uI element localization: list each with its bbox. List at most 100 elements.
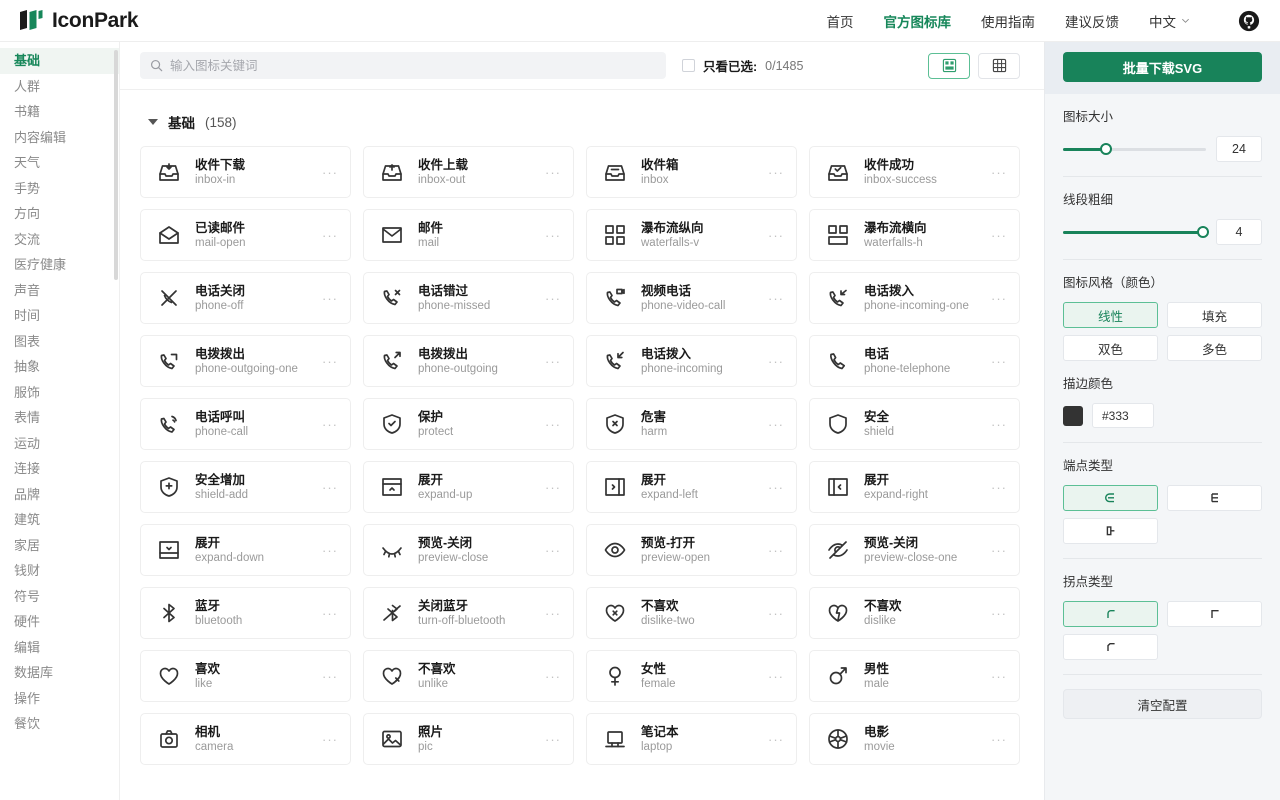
icon-card[interactable]: 电话拨入 phone-incoming ··· <box>586 335 797 387</box>
icon-card-more-button[interactable]: ··· <box>322 228 338 243</box>
icon-card-more-button[interactable]: ··· <box>991 732 1007 747</box>
slider-knob[interactable] <box>1197 226 1210 238</box>
icon-card-more-button[interactable]: ··· <box>991 354 1007 369</box>
sidebar-item-21[interactable]: 符号 <box>0 584 119 610</box>
icon-card[interactable]: 收件下载 inbox-in ··· <box>140 146 351 198</box>
stroke-width-slider[interactable] <box>1063 225 1210 239</box>
icon-size-value[interactable]: 24 <box>1216 136 1262 162</box>
icon-card[interactable]: 展开 expand-left ··· <box>586 461 797 513</box>
sidebar-item-3[interactable]: 内容编辑 <box>0 125 119 151</box>
icon-card-more-button[interactable]: ··· <box>991 417 1007 432</box>
icon-card-more-button[interactable]: ··· <box>991 543 1007 558</box>
icon-card[interactable]: 关闭蓝牙 turn-off-bluetooth ··· <box>363 587 574 639</box>
icon-card[interactable]: 已读邮件 mail-open ··· <box>140 209 351 261</box>
icon-card[interactable]: 相机 camera ··· <box>140 713 351 765</box>
icon-card-more-button[interactable]: ··· <box>322 291 338 306</box>
icon-card[interactable]: 蓝牙 bluetooth ··· <box>140 587 351 639</box>
view-mode-dense[interactable] <box>978 52 1020 79</box>
sidebar-item-22[interactable]: 硬件 <box>0 609 119 635</box>
icon-card-more-button[interactable]: ··· <box>768 543 784 558</box>
icon-card[interactable]: 预览-关闭 preview-close ··· <box>363 524 574 576</box>
section-header[interactable]: 基础 (158) <box>148 112 1020 132</box>
icon-card-more-button[interactable]: ··· <box>545 417 561 432</box>
icon-card-more-button[interactable]: ··· <box>768 417 784 432</box>
icon-card-more-button[interactable]: ··· <box>768 669 784 684</box>
icon-card-more-button[interactable]: ··· <box>322 165 338 180</box>
sidebar-item-0[interactable]: 基础 <box>0 48 119 74</box>
sidebar-item-18[interactable]: 建筑 <box>0 507 119 533</box>
icon-size-slider[interactable] <box>1063 142 1206 156</box>
linecap-option-square[interactable] <box>1063 518 1158 544</box>
language-selector[interactable]: 中文 <box>1149 11 1190 31</box>
icon-card[interactable]: 瀑布流纵向 waterfalls-v ··· <box>586 209 797 261</box>
sidebar-item-12[interactable]: 抽象 <box>0 354 119 380</box>
sidebar-item-25[interactable]: 操作 <box>0 686 119 712</box>
icon-card-more-button[interactable]: ··· <box>991 669 1007 684</box>
icon-card[interactable]: 展开 expand-right ··· <box>809 461 1020 513</box>
icon-card-more-button[interactable]: ··· <box>768 291 784 306</box>
sidebar-item-15[interactable]: 运动 <box>0 431 119 457</box>
icon-card[interactable]: 收件箱 inbox ··· <box>586 146 797 198</box>
icon-card[interactable]: 女性 female ··· <box>586 650 797 702</box>
icon-card-more-button[interactable]: ··· <box>545 480 561 495</box>
icon-card[interactable]: 电话拨入 phone-incoming-one ··· <box>809 272 1020 324</box>
icon-card-more-button[interactable]: ··· <box>545 228 561 243</box>
icon-card[interactable]: 电话关闭 phone-off ··· <box>140 272 351 324</box>
icon-card-more-button[interactable]: ··· <box>545 543 561 558</box>
only-selected-toggle[interactable]: 只看已选: 0/1485 <box>682 56 803 75</box>
sidebar-item-19[interactable]: 家居 <box>0 533 119 559</box>
icon-card-more-button[interactable]: ··· <box>768 480 784 495</box>
linecap-option-butt[interactable] <box>1167 485 1262 511</box>
triangle-down-icon[interactable] <box>148 119 158 125</box>
icon-card-more-button[interactable]: ··· <box>322 606 338 621</box>
sidebar-item-11[interactable]: 图表 <box>0 329 119 355</box>
icon-card[interactable]: 电拨拨出 phone-outgoing ··· <box>363 335 574 387</box>
icon-card-more-button[interactable]: ··· <box>768 606 784 621</box>
icon-card[interactable]: 电话呼叫 phone-call ··· <box>140 398 351 450</box>
search-box[interactable] <box>140 52 666 79</box>
sidebar-item-10[interactable]: 时间 <box>0 303 119 329</box>
nav-feedback[interactable]: 建议反馈 <box>1065 11 1119 31</box>
sidebar-item-9[interactable]: 声音 <box>0 278 119 304</box>
icon-card[interactable]: 瀑布流横向 waterfalls-h ··· <box>809 209 1020 261</box>
sidebar-item-5[interactable]: 手势 <box>0 176 119 202</box>
search-input[interactable] <box>170 58 656 73</box>
icon-card-more-button[interactable]: ··· <box>322 417 338 432</box>
sidebar-item-13[interactable]: 服饰 <box>0 380 119 406</box>
icon-card[interactable]: 电话错过 phone-missed ··· <box>363 272 574 324</box>
stroke-width-value[interactable]: 4 <box>1216 219 1262 245</box>
sidebar-item-17[interactable]: 品牌 <box>0 482 119 508</box>
stroke-color-value[interactable]: #333 <box>1092 403 1154 428</box>
icon-card[interactable]: 电影 movie ··· <box>809 713 1020 765</box>
sidebar-item-6[interactable]: 方向 <box>0 201 119 227</box>
icon-card-more-button[interactable]: ··· <box>991 606 1007 621</box>
style-option-multi-color[interactable]: 多色 <box>1167 335 1262 361</box>
icon-card[interactable]: 男性 male ··· <box>809 650 1020 702</box>
sidebar-item-2[interactable]: 书籍 <box>0 99 119 125</box>
icon-card-more-button[interactable]: ··· <box>545 291 561 306</box>
style-option-line[interactable]: 线性 <box>1063 302 1158 328</box>
icon-card-more-button[interactable]: ··· <box>991 480 1007 495</box>
icon-card[interactable]: 不喜欢 dislike ··· <box>809 587 1020 639</box>
icon-card-more-button[interactable]: ··· <box>545 354 561 369</box>
sidebar-item-8[interactable]: 医疗健康 <box>0 252 119 278</box>
only-selected-checkbox[interactable] <box>682 59 695 72</box>
linejoin-option-bevel[interactable] <box>1063 634 1158 660</box>
icon-card[interactable]: 电话 phone-telephone ··· <box>809 335 1020 387</box>
slider-knob[interactable] <box>1099 143 1112 155</box>
icon-card[interactable]: 危害 harm ··· <box>586 398 797 450</box>
sidebar-item-4[interactable]: 天气 <box>0 150 119 176</box>
nav-home[interactable]: 首页 <box>827 11 854 31</box>
icon-card-more-button[interactable]: ··· <box>545 669 561 684</box>
icon-card[interactable]: 安全增加 shield-add ··· <box>140 461 351 513</box>
icon-card-more-button[interactable]: ··· <box>768 228 784 243</box>
icon-card-more-button[interactable]: ··· <box>991 228 1007 243</box>
icon-card-more-button[interactable]: ··· <box>545 606 561 621</box>
icon-card[interactable]: 预览-关闭 preview-close-one ··· <box>809 524 1020 576</box>
nav-official-library[interactable]: 官方图标库 <box>884 11 952 31</box>
icon-card-more-button[interactable]: ··· <box>322 543 338 558</box>
stroke-color-swatch[interactable] <box>1063 405 1083 426</box>
style-option-two-tone[interactable]: 双色 <box>1063 335 1158 361</box>
icon-card-more-button[interactable]: ··· <box>991 165 1007 180</box>
icon-card[interactable]: 笔记本 laptop ··· <box>586 713 797 765</box>
